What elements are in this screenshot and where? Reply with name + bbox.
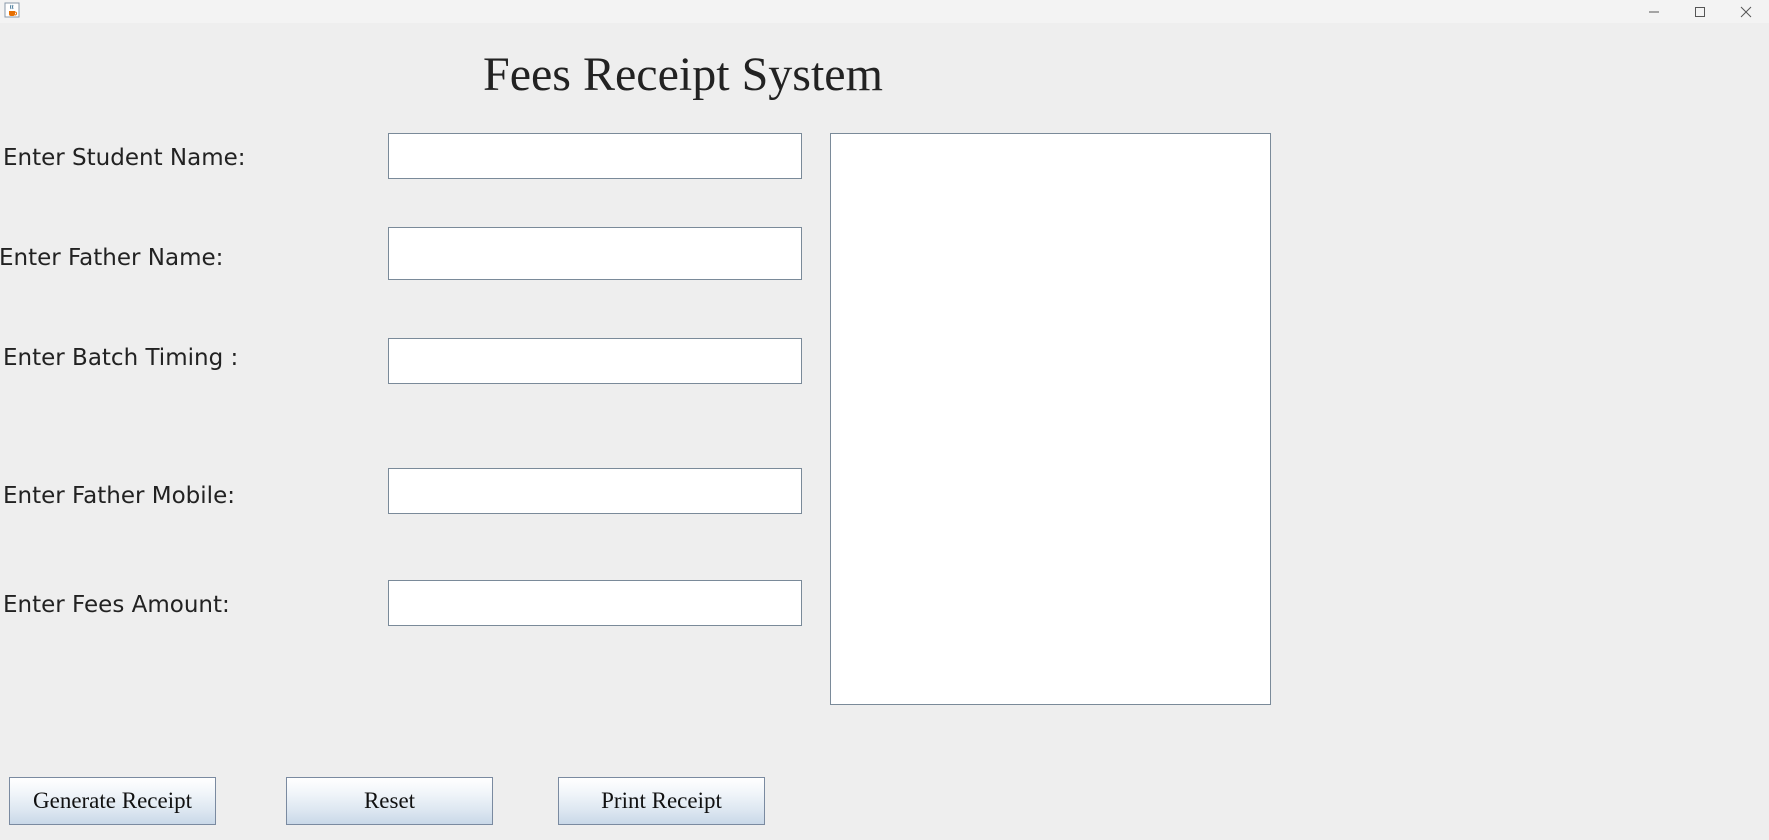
java-coffee-cup-icon (4, 2, 20, 18)
batch-timing-label: Enter Batch Timing : (3, 345, 239, 371)
batch-timing-field[interactable] (388, 338, 802, 384)
app-window: Fees Receipt System Enter Student Name: … (0, 0, 1769, 840)
generate-receipt-button[interactable]: Generate Receipt (9, 777, 216, 825)
minimize-icon[interactable] (1631, 0, 1677, 23)
maximize-icon[interactable] (1677, 0, 1723, 23)
father-name-label: Enter Father Name: (0, 245, 224, 271)
page-title: Fees Receipt System (483, 48, 883, 101)
father-mobile-field[interactable] (388, 468, 802, 514)
student-name-field[interactable] (388, 133, 802, 179)
student-name-label: Enter Student Name: (3, 145, 246, 171)
fees-amount-field[interactable] (388, 580, 802, 626)
close-icon[interactable] (1723, 0, 1769, 23)
father-name-field[interactable] (388, 227, 802, 280)
receipt-text-area[interactable] (830, 133, 1271, 705)
title-bar[interactable] (0, 0, 1769, 23)
father-mobile-label: Enter Father Mobile: (3, 483, 235, 509)
reset-button[interactable]: Reset (286, 777, 493, 825)
fees-amount-label: Enter Fees Amount: (3, 592, 230, 618)
print-receipt-button[interactable]: Print Receipt (558, 777, 765, 825)
